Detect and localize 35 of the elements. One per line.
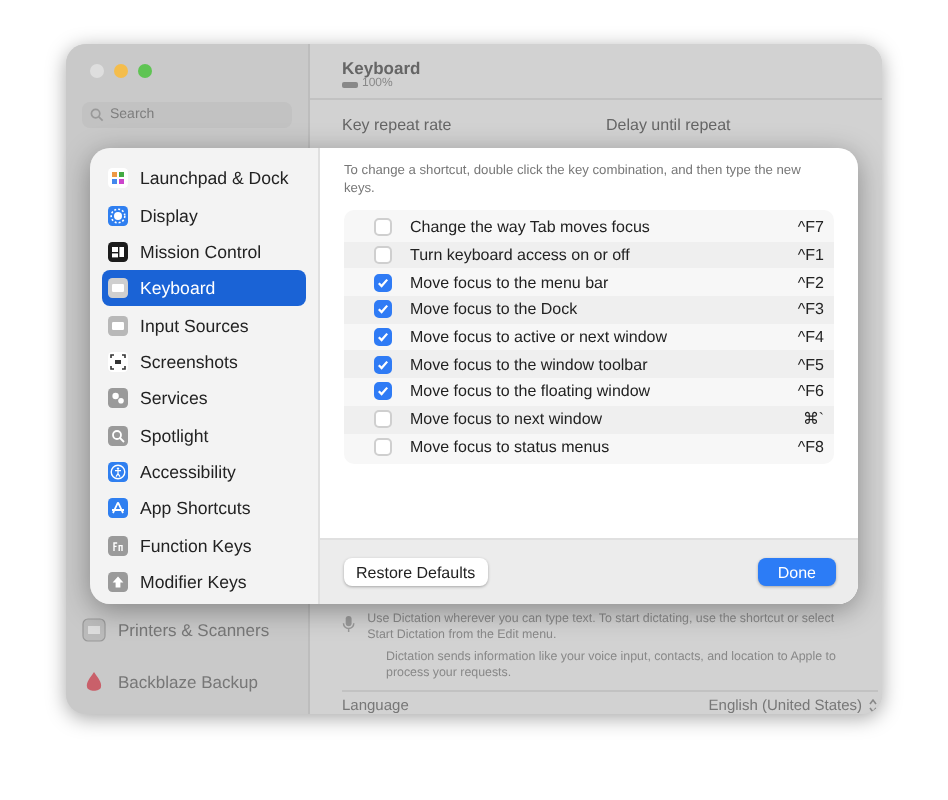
shortcut-label: Move focus to status menus [410, 437, 612, 456]
key-combination[interactable]: ^F4 [797, 328, 824, 347]
category-item[interactable]: Spotlight [102, 417, 306, 454]
key-combination[interactable]: ^F1 [797, 246, 824, 265]
key-combination[interactable]: ⌘` [802, 410, 824, 429]
page-title: Keyboard [342, 58, 423, 78]
category-item[interactable]: Display [102, 196, 306, 234]
shortcut-label: Move focus to the window toolbar [410, 355, 650, 374]
shortcut-label: Move focus to active or next window [410, 328, 670, 347]
key-combination[interactable]: ^F8 [797, 437, 824, 456]
done-button[interactable]: Done [757, 558, 836, 586]
restore-defaults-button[interactable]: Restore Defaults [344, 558, 488, 586]
category-item[interactable]: Accessibility [102, 453, 306, 491]
category-item[interactable]: Input Sources [102, 306, 306, 344]
category-item[interactable]: Keyboard [102, 270, 306, 307]
key-combination[interactable]: ^F7 [797, 218, 824, 237]
shortcut-label: Move focus to the floating window [410, 382, 653, 401]
shortcut-label: Move focus to the menu bar [410, 273, 611, 292]
shortcut-label: Turn keyboard access on or off [410, 246, 632, 265]
category-item[interactable]: Function Keys [102, 527, 306, 564]
key-combination[interactable]: ^F5 [797, 355, 824, 374]
shortcut-label: Move focus to the Dock [410, 300, 580, 319]
category-item[interactable]: Services [102, 380, 306, 418]
key-combination[interactable]: ^F3 [797, 300, 824, 319]
category-item[interactable]: Modifier Keys [102, 563, 306, 601]
category-item[interactable]: Mission Control [102, 233, 306, 271]
category-item[interactable]: Screenshots [102, 343, 306, 381]
setting-label: Key repeat rate [342, 116, 454, 134]
category-item[interactable]: Launchpad & Dock [102, 160, 306, 197]
key-combination[interactable]: ^F6 [797, 382, 824, 401]
category-item[interactable]: App Shortcuts [102, 490, 306, 528]
shortcut-label: Change the way Tab moves focus [410, 218, 652, 237]
key-combination[interactable]: ^F2 [797, 273, 824, 292]
shortcut-label: Move focus to next window [410, 410, 605, 429]
setting-label: Delay until repeat [606, 116, 733, 134]
